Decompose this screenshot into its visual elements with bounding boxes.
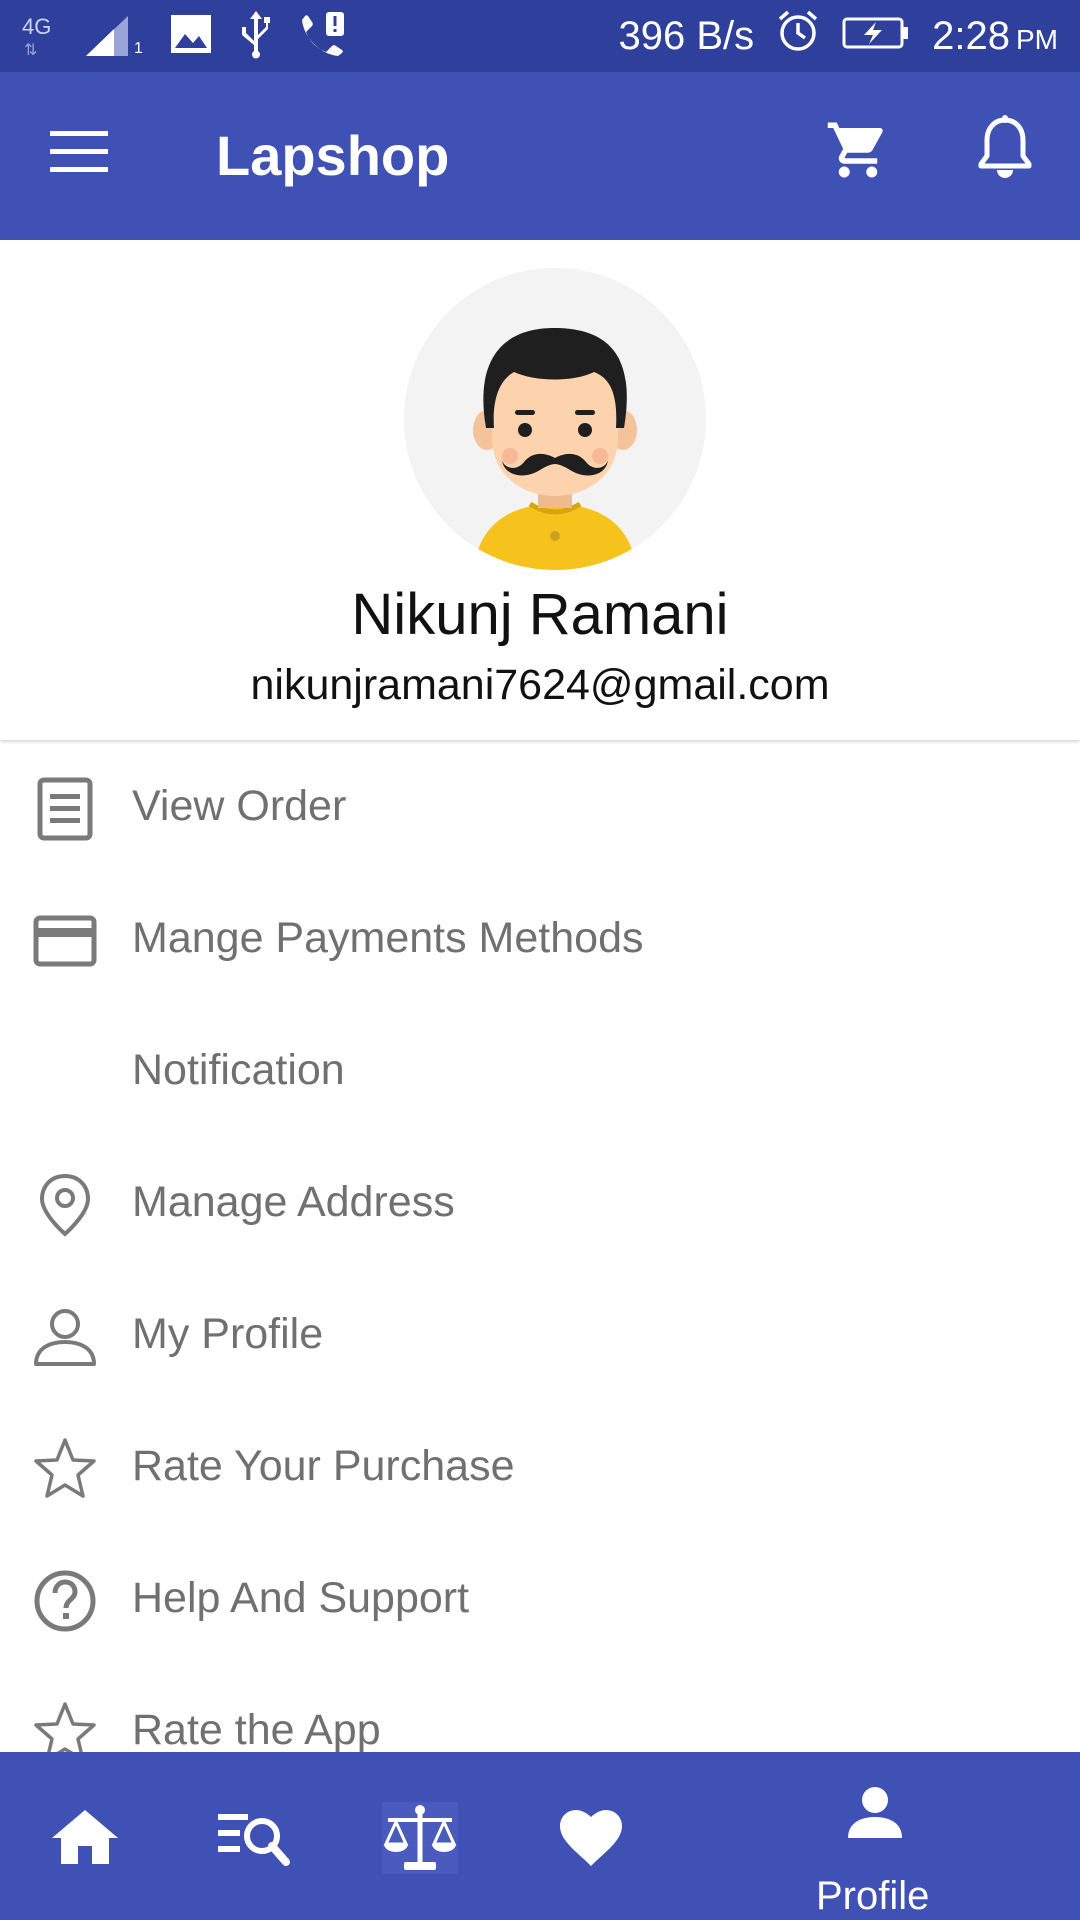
nav-wishlist[interactable] — [548, 1752, 638, 1920]
image-icon — [170, 14, 212, 59]
signal-icon: 1 — [84, 12, 144, 60]
menu-item-manage-address[interactable]: Manage Address — [0, 1136, 1080, 1268]
person-icon — [32, 1304, 98, 1370]
star-icon — [32, 1700, 98, 1752]
status-left: 4G ⇅ 1 — [22, 10, 346, 62]
menu-item-label: Rate the App — [132, 1706, 381, 1752]
status-right: 396 B/s 2:28 PM — [618, 0, 1058, 72]
menu-item-label: Mange Payments Methods — [132, 914, 644, 962]
bell-icon[interactable] — [975, 114, 1045, 194]
menu-item-label: My Profile — [132, 1310, 324, 1358]
star-icon — [32, 1436, 98, 1502]
menu-item-view-order[interactable]: View Order — [0, 740, 1080, 872]
network-speed: 396 B/s — [618, 13, 755, 58]
network-type: 4G — [22, 14, 52, 39]
network-indicator: 4G ⇅ — [22, 12, 58, 60]
call-alert-icon — [300, 10, 346, 63]
app-title: Lapshop — [216, 124, 450, 187]
credit-card-icon — [32, 908, 98, 974]
avatar[interactable] — [404, 268, 706, 570]
user-email: nikunjramani7624@gmail.com — [250, 661, 830, 709]
alarm-icon — [776, 9, 820, 63]
menu-item-payment-methods[interactable]: Mange Payments Methods — [0, 872, 1080, 1004]
search-list-icon — [218, 1814, 290, 1866]
menu-icon[interactable] — [50, 129, 120, 183]
heart-icon — [560, 1810, 622, 1866]
profile-menu-list: View Order Mange Payments Methods Notifi… — [0, 740, 1080, 1752]
nav-compare[interactable] — [370, 1752, 470, 1920]
clock: 2:28 PM — [932, 14, 1058, 59]
profile-icon — [848, 1787, 902, 1838]
clock-time: 2:28 — [932, 13, 1010, 58]
nav-search[interactable] — [208, 1752, 308, 1920]
user-name: Nikunj Ramani — [351, 582, 729, 647]
menu-item-label: Help And Support — [132, 1574, 470, 1622]
home-icon — [52, 1810, 118, 1864]
menu-item-notification[interactable]: Notification — [0, 1004, 1080, 1136]
status-bar: 4G ⇅ 1 396 B/s 2:28 PM — [0, 0, 1080, 72]
battery-charging-icon — [842, 14, 910, 59]
menu-item-label: Notification — [132, 1046, 345, 1094]
nav-profile-label: Profile — [816, 1874, 930, 1918]
profile-header: Nikunj Ramani nikunjramani7624@gmail.com — [0, 240, 1080, 740]
help-icon — [32, 1568, 98, 1634]
nav-home[interactable] — [40, 1752, 130, 1920]
menu-item-label: Manage Address — [132, 1178, 455, 1226]
receipt-icon — [32, 776, 98, 842]
menu-item-rate-app[interactable]: Rate the App — [0, 1664, 1080, 1752]
location-pin-icon — [32, 1172, 98, 1238]
usb-icon — [238, 9, 274, 64]
cart-icon[interactable] — [825, 117, 901, 193]
menu-item-label: View Order — [132, 782, 347, 830]
clock-ampm: PM — [1016, 23, 1058, 55]
menu-item-label: Rate Your Purchase — [132, 1442, 515, 1490]
menu-item-rate-purchase[interactable]: Rate Your Purchase — [0, 1400, 1080, 1532]
sim-slot: 1 — [134, 40, 143, 57]
nav-profile[interactable]: Profile — [800, 1752, 950, 1920]
compare-scale-icon — [382, 1802, 458, 1874]
data-arrows-icon: ⇅ — [24, 42, 38, 59]
menu-item-help-support[interactable]: Help And Support — [0, 1532, 1080, 1664]
menu-item-my-profile[interactable]: My Profile — [0, 1268, 1080, 1400]
app-bar: Lapshop — [0, 72, 1080, 240]
bottom-nav: Profile — [0, 1752, 1080, 1920]
avatar-illustration-icon — [404, 268, 706, 570]
